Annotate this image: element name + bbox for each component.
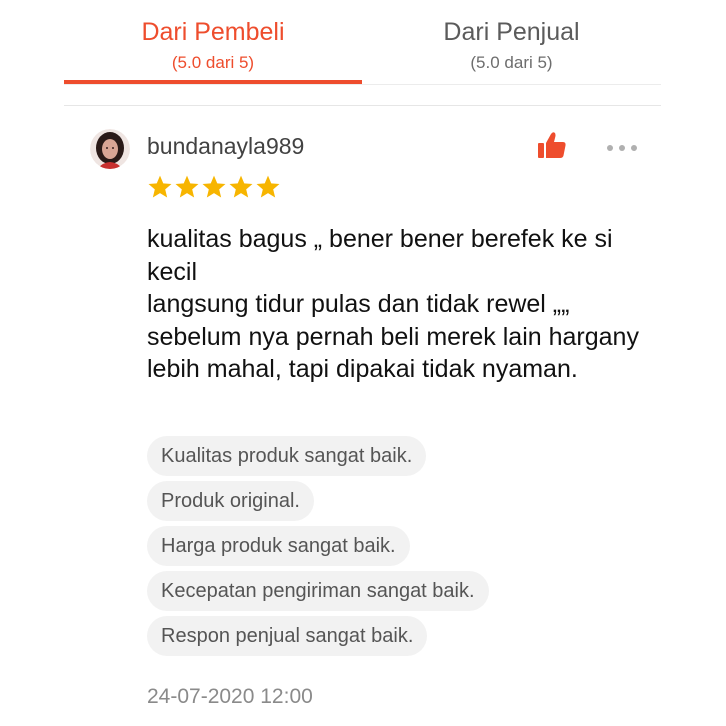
review-tag: Kualitas produk sangat baik. [147, 436, 427, 476]
review-tag: Produk original. [147, 481, 314, 521]
star-icon [229, 175, 253, 198]
tab-from-seller-label: Dari Penjual [443, 18, 580, 46]
review-tag: Harga produk sangat baik. [147, 526, 410, 566]
star-icon [202, 175, 226, 198]
review-tag: Respon penjual sangat baik. [147, 616, 428, 656]
tab-from-seller[interactable]: Dari Penjual (5.0 dari 5) [362, 0, 661, 84]
review-tags: Kualitas produk sangat baik. Produk origi… [147, 436, 489, 661]
tab-from-buyer-rating: (5.0 dari 5) [171, 53, 255, 72]
review-text: kualitas bagus „ bener bener berefek ke … [147, 225, 639, 383]
star-icon [148, 175, 172, 198]
star-icon [175, 175, 199, 198]
star-icon [256, 175, 280, 198]
tab-from-buyer-label: Dari Pembeli [141, 18, 285, 46]
review-tag: Kecepatan pengiriman sangat baik. [147, 571, 489, 611]
review-timestamp: 24-07-2020 12:00 [147, 685, 313, 708]
review-source-tabs: Dari Pembeli (5.0 dari 5) Dari Penjual (… [64, 0, 661, 106]
tab-from-seller-rating: (5.0 dari 5) [470, 53, 553, 72]
star-rating [147, 174, 281, 200]
user-avatar[interactable] [90, 129, 130, 169]
more-dots-icon[interactable] [604, 140, 640, 151]
tabs-divider [64, 84, 661, 85]
reviewer-username: bundanayla989 [147, 133, 305, 159]
thumbs-up-icon[interactable] [536, 131, 568, 159]
tab-from-buyer[interactable]: Dari Pembeli (5.0 dari 5) [64, 0, 362, 84]
